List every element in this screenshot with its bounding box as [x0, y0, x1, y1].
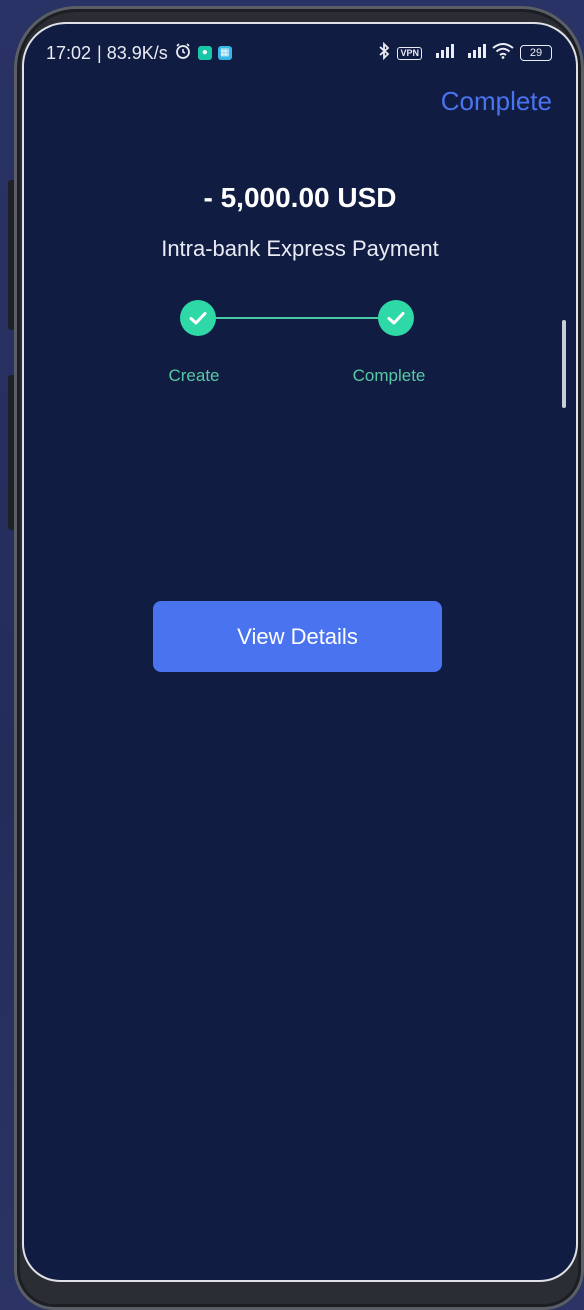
phone-screen: 17:02 | 83.9K/s ● ▦ VPN 29 Complete - 5,… — [24, 24, 576, 1280]
screenshot-stage: 17:02 | 83.9K/s ● ▦ VPN 29 Complete - 5,… — [0, 0, 584, 1310]
status-net-speed: | 83.9K/s — [97, 42, 168, 63]
payment-type: Intra-bank Express Payment — [161, 236, 439, 261]
calendar-app-icon: ▦ — [217, 46, 232, 60]
status-bar: 17:02 | 83.9K/s ● ▦ VPN 29 — [46, 40, 552, 66]
step-label-create: Create — [168, 366, 220, 385]
wifi-icon — [492, 42, 514, 64]
view-details-button[interactable]: View Details — [153, 601, 442, 672]
complete-button[interactable]: Complete — [441, 86, 552, 117]
progress-stepper — [180, 300, 414, 336]
battery-icon: 29 — [520, 45, 552, 61]
scrollbar[interactable] — [562, 320, 566, 408]
step-connector-line — [198, 317, 396, 319]
alarm-icon — [174, 42, 192, 65]
bluetooth-icon — [377, 41, 391, 65]
step-create-check-icon — [180, 300, 216, 336]
status-left: 17:02 | 83.9K/s ● ▦ — [46, 42, 232, 65]
status-time: 17:02 — [46, 42, 92, 63]
signal-icon-1 — [428, 43, 454, 64]
vpn-icon: VPN — [397, 46, 422, 60]
shield-app-icon: ● — [197, 46, 212, 60]
step-complete-check-icon — [378, 300, 414, 336]
transaction-amount: - 5,000.00 USD — [203, 182, 397, 213]
step-label-complete: Complete — [352, 366, 426, 385]
signal-icon-2 — [460, 43, 486, 64]
status-right: VPN 29 — [377, 41, 552, 65]
